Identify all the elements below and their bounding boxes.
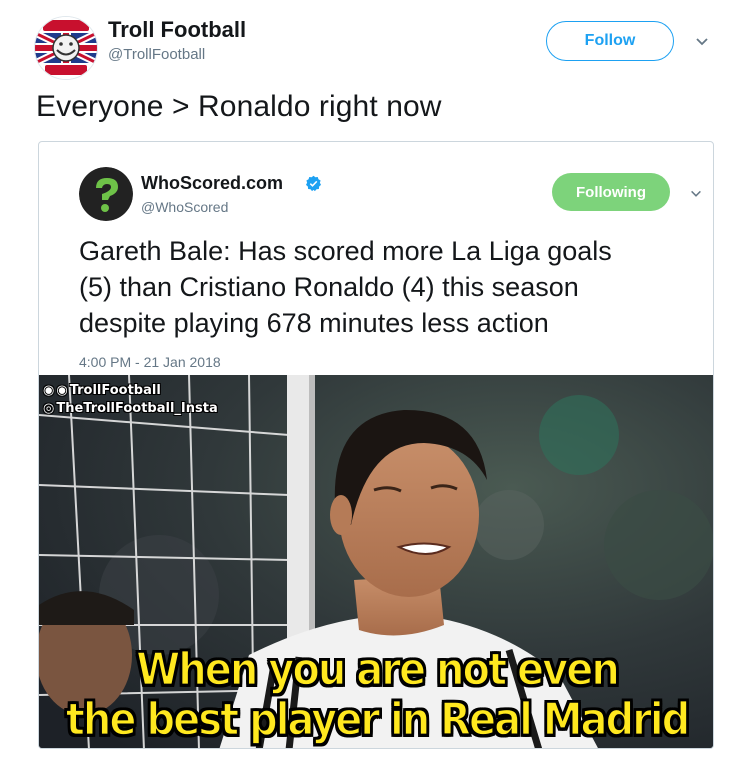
following-button[interactable]: Following	[552, 173, 670, 211]
twitter-icon: ◉	[56, 383, 68, 398]
quoted-text-line: (5) than Cristiano Ronaldo (4) this seas…	[79, 272, 579, 302]
chevron-down-icon[interactable]	[689, 187, 703, 201]
troll-football-avatar[interactable]	[34, 16, 98, 80]
quoted-text-line: Gareth Bale: Has scored more La Liga goa…	[79, 236, 612, 266]
chevron-down-icon[interactable]	[694, 34, 710, 50]
meme-caption-line: When you are not even	[135, 643, 620, 696]
follow-button[interactable]: Follow	[546, 21, 674, 61]
facebook-icon: ◉	[43, 383, 55, 398]
quoted-timestamp[interactable]: 4:00 PM - 21 Jan 2018	[79, 354, 221, 370]
quoted-text-line: despite playing 678 minutes less action	[79, 308, 549, 338]
author-name[interactable]: Troll Football	[108, 17, 246, 43]
instagram-icon: ◎	[43, 401, 55, 416]
meme-image[interactable]: ◉ ◉ TrollFootball ◎ TheTrollFootball_Ins…	[39, 375, 713, 748]
verified-badge-icon	[305, 175, 322, 192]
quoted-tweet-card[interactable]: WhoScored.com @WhoScored Following Garet…	[38, 141, 714, 749]
meme-caption-line: the best player in Real Madrid	[65, 693, 691, 746]
whoscored-avatar[interactable]	[79, 167, 133, 221]
tweet-text: Everyone > Ronaldo right now	[36, 90, 442, 123]
quoted-author-name[interactable]: WhoScored.com	[141, 173, 283, 194]
watermark-instagram: ◎ TheTrollFootball_Insta	[43, 401, 218, 416]
author-handle[interactable]: @TrollFootball	[108, 46, 205, 63]
watermark-text: TrollFootball	[69, 383, 161, 398]
watermark-text: TheTrollFootball_Insta	[56, 401, 218, 416]
quoted-author-handle[interactable]: @WhoScored	[141, 199, 228, 215]
watermark-facebook: ◉ ◉ TrollFootball	[43, 383, 161, 398]
